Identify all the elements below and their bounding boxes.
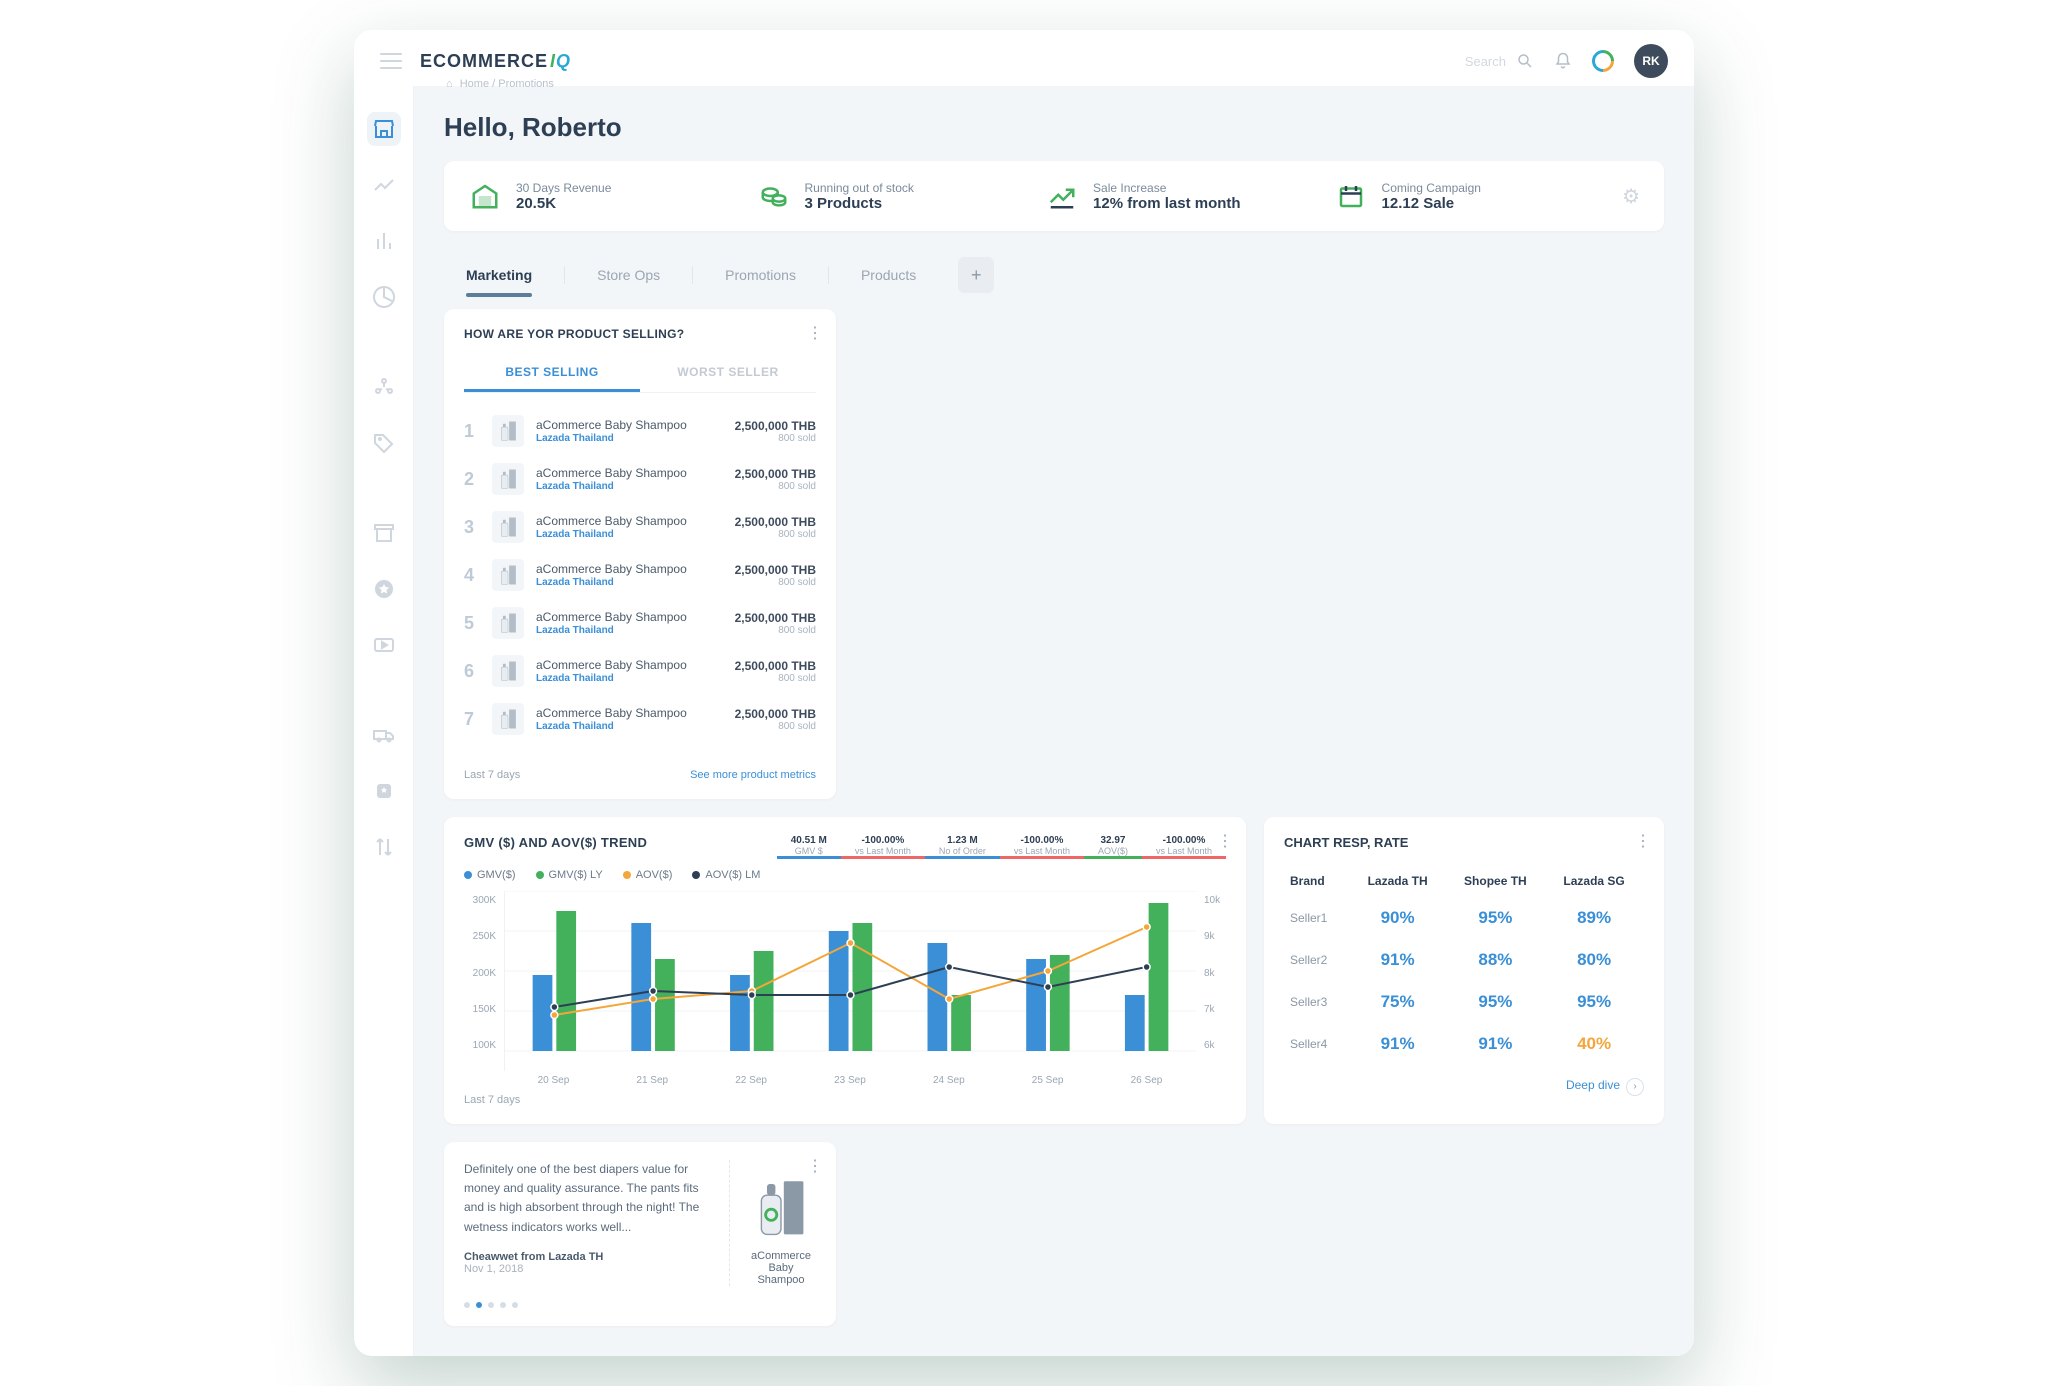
review-author: Cheawwet from Lazada TH [464, 1251, 709, 1263]
chart-plot [504, 891, 1196, 1071]
card-menu-icon[interactable]: ⋮ [1635, 831, 1650, 851]
calendar-icon [1334, 179, 1368, 213]
chart-title: GMV ($) AND AOV($) TREND [464, 835, 647, 850]
nav-truck-icon[interactable] [367, 718, 401, 752]
product-row[interactable]: 6aCommerce Baby ShampooLazada Thailand2,… [464, 647, 816, 695]
product-row[interactable]: 1aCommerce Baby ShampooLazada Thailand2,… [464, 407, 816, 455]
tab-marketing[interactable]: Marketing [444, 259, 554, 291]
legend-gmv: GMV($) [464, 869, 516, 881]
home-icon: ⌂ [446, 78, 453, 90]
nav-store-icon[interactable] [367, 112, 401, 146]
table-row: Seller375%95%95% [1286, 982, 1642, 1022]
chart-up-icon [1045, 179, 1079, 213]
tab-add-button[interactable]: + [958, 257, 994, 293]
kpi-stock: Running out of stock3 Products [757, 179, 1006, 213]
nav-share-icon[interactable] [367, 370, 401, 404]
rate-table: BrandLazada THShopee THLazada SG Seller1… [1284, 864, 1644, 1066]
nav-video-icon[interactable] [367, 628, 401, 662]
carousel-dots[interactable] [464, 1302, 816, 1308]
product-row[interactable]: 7aCommerce Baby ShampooLazada Thailand2,… [464, 695, 816, 743]
chart-footer: Last 7 days [464, 1094, 1226, 1106]
review-product-name: aCommerce Baby Shampoo [746, 1250, 816, 1286]
search-input[interactable]: Search [1465, 52, 1534, 70]
card-menu-icon[interactable]: ⋮ [807, 1156, 822, 1176]
kpi-sales: Sale Increase12% from last month [1045, 179, 1294, 213]
card-menu-icon[interactable]: ⋮ [1217, 831, 1232, 851]
table-row: Seller491%91%40% [1286, 1024, 1642, 1064]
tab-products[interactable]: Products [839, 259, 938, 291]
product-row[interactable]: 3aCommerce Baby ShampooLazada Thailand2,… [464, 503, 816, 551]
nav-bars-icon[interactable] [367, 224, 401, 258]
rate-title: CHART RESP, RATE [1284, 835, 1644, 850]
trend-chart-card: ⋮ GMV ($) AND AOV($) TREND 40.51 MGMV $-… [444, 817, 1246, 1124]
kpi-row: 30 Days Revenue20.5K Running out of stoc… [444, 161, 1664, 231]
review-card: ⋮ Definitely one of the best diapers val… [444, 1142, 836, 1326]
selling-title: HOW ARE YOR PRODUCT SELLING? [464, 327, 816, 341]
kpi-revenue: 30 Days Revenue20.5K [468, 179, 717, 213]
card-menu-icon[interactable]: ⋮ [807, 323, 822, 343]
product-row[interactable]: 5aCommerce Baby ShampooLazada Thailand2,… [464, 599, 816, 647]
table-row: Seller291%88%80% [1286, 940, 1642, 980]
nav-trend-icon[interactable] [367, 168, 401, 202]
chevron-right-icon: › [1626, 1078, 1644, 1096]
nav-sort-icon[interactable] [367, 830, 401, 864]
nav-tag-icon[interactable] [367, 426, 401, 460]
tab-worst-seller[interactable]: WORST SELLER [640, 355, 816, 392]
nav-pie-icon[interactable] [367, 280, 401, 314]
nav-badge-icon[interactable] [367, 774, 401, 808]
menu-toggle[interactable] [380, 53, 402, 69]
tab-store-ops[interactable]: Store Ops [575, 259, 682, 291]
bell-icon[interactable] [1554, 52, 1572, 70]
warehouse-icon [468, 179, 502, 213]
brand-ring-icon[interactable] [1587, 45, 1618, 76]
response-rate-card: ⋮ CHART RESP, RATE BrandLazada THShopee … [1264, 817, 1664, 1124]
tab-promotions[interactable]: Promotions [703, 259, 818, 291]
brand-logo[interactable]: ECOMMERCE IQ [420, 51, 571, 72]
legend-aov-lm: AOV($) LM [692, 869, 760, 881]
breadcrumb[interactable]: ⌂ Home / Promotions [446, 78, 554, 90]
avatar[interactable]: RK [1634, 44, 1668, 78]
review-date: Nov 1, 2018 [464, 1263, 709, 1275]
legend-gmv-ly: GMV($) LY [536, 869, 603, 881]
product-image-icon [746, 1170, 816, 1240]
main-tabs: Marketing Store Ops Promotions Products … [444, 257, 1664, 293]
nav-archive-icon[interactable] [367, 516, 401, 550]
coins-icon [757, 179, 791, 213]
table-row: Seller190%95%89% [1286, 898, 1642, 938]
nav-star-icon[interactable] [367, 572, 401, 606]
product-row[interactable]: 2aCommerce Baby ShampooLazada Thailand2,… [464, 455, 816, 503]
review-text: Definitely one of the best diapers value… [464, 1160, 709, 1237]
deep-dive-link[interactable]: Deep dive› [1566, 1078, 1644, 1092]
legend-aov: AOV($) [623, 869, 673, 881]
greeting-title: Hello, Roberto [444, 112, 1664, 143]
product-selling-card: ⋮ HOW ARE YOR PRODUCT SELLING? BEST SELL… [444, 309, 836, 799]
see-more-link[interactable]: See more product metrics [690, 769, 816, 781]
kpi-campaign: Coming Campaign12.12 Sale [1334, 179, 1583, 213]
gear-icon[interactable]: ⚙ [1622, 184, 1640, 209]
selling-range: Last 7 days [464, 769, 520, 781]
search-icon [1516, 52, 1534, 70]
tab-best-selling[interactable]: BEST SELLING [464, 355, 640, 392]
product-row[interactable]: 4aCommerce Baby ShampooLazada Thailand2,… [464, 551, 816, 599]
brand-text: ECOMMERCE [420, 51, 548, 72]
